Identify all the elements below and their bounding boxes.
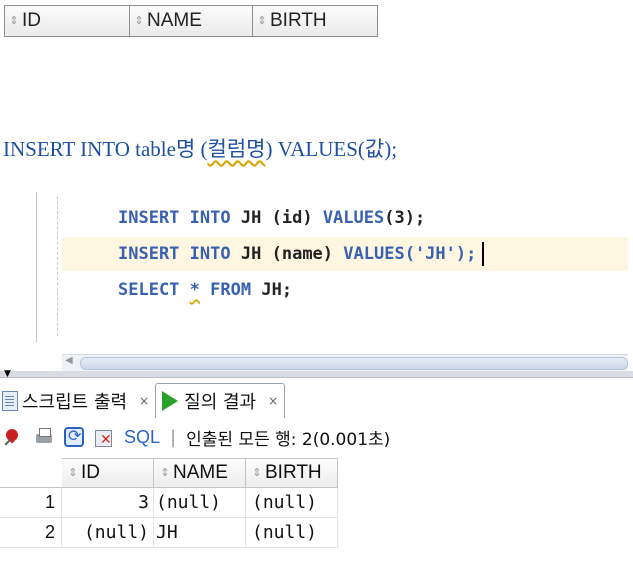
row-number: 1 [0, 488, 62, 518]
top-column-header: ⇕ ID ⇕ NAME ⇕ BIRTH [4, 5, 378, 37]
value: (3); [384, 208, 426, 228]
sort-icon: ⇕ [134, 15, 144, 27]
result-header-row: ⇕ ID ⇕ NAME ⇕ BIRTH [0, 458, 338, 488]
keyword: SELECT [118, 280, 180, 300]
print-icon[interactable] [34, 427, 54, 447]
clear-icon[interactable] [94, 427, 114, 448]
sql-editor[interactable]: INSERT INTO JH (id) VALUES(3); INSERT IN… [0, 192, 633, 352]
pin-icon[interactable] [4, 427, 24, 447]
result-toolbar: SQL | 인출된 모든 행: 2(0.001초) [0, 420, 633, 454]
column-label: ID [22, 10, 41, 31]
sql-button[interactable]: SQL [124, 427, 160, 448]
keyword: INTO [189, 208, 231, 228]
wildcard: * [189, 280, 200, 300]
keyword: VALUES [343, 244, 405, 264]
row-number: 2 [0, 518, 62, 548]
column-header-birth[interactable]: ⇕ BIRTH [252, 5, 378, 37]
sort-icon: ⇕ [252, 467, 262, 479]
syntax-part: ); [384, 137, 398, 161]
cell-name[interactable]: (null) [154, 488, 246, 518]
table-row[interactable]: 2 (null) JH (null) [0, 518, 338, 548]
identifier: JH [240, 244, 262, 264]
sort-icon: ⇕ [160, 467, 170, 479]
document-icon [2, 391, 18, 411]
identifier: JH [240, 208, 262, 228]
result-grid: ⇕ ID ⇕ NAME ⇕ BIRTH 1 3 (null) (null) 2 (nu… [0, 458, 338, 548]
horizontal-scrollbar[interactable]: ◀ [62, 354, 628, 371]
tab-label: 스크립트 출력 [22, 392, 128, 413]
scroll-left-icon[interactable]: ◀ [65, 355, 73, 366]
sort-icon: ⇕ [257, 15, 267, 27]
scrollbar-thumb[interactable] [80, 357, 628, 370]
syntax-underlined: 컬럼명 [207, 137, 266, 161]
keyword: INSERT [118, 244, 180, 264]
tab-label: 질의 결과 [184, 392, 257, 413]
code-line-current[interactable]: INSERT INTO JH (name) VALUES('JH'); [62, 237, 628, 271]
fold-guide [57, 196, 58, 336]
sort-icon: ⇕ [9, 15, 19, 27]
column-label: BIRTH [265, 462, 322, 483]
close-icon[interactable]: × [268, 394, 278, 408]
column-label: BIRTH [270, 10, 327, 31]
syntax-part: ) VALUES( [265, 137, 365, 161]
column-header-name[interactable]: ⇕ NAME [129, 5, 252, 37]
cell-birth[interactable]: (null) [246, 518, 338, 548]
syntax-part: 값 [364, 137, 385, 161]
row-number-header [0, 458, 62, 488]
cell-birth[interactable]: (null) [246, 488, 338, 518]
syntax-prefix: INSERT INTO table [3, 137, 176, 161]
panel-splitter[interactable]: ▼ [0, 369, 633, 379]
column-label: NAME [147, 10, 202, 31]
fetch-status: 인출된 모든 행: 2(0.001초) [186, 429, 391, 450]
insert-syntax-text: INSERT INTO table명 (컬럼명) VALUES(값); [3, 133, 397, 163]
text-caret [482, 242, 485, 266]
refresh-icon[interactable] [64, 426, 84, 447]
gutter-divider [36, 192, 37, 342]
keyword: INTO [189, 244, 231, 264]
cell-id[interactable]: (null) [62, 518, 154, 548]
cell-id[interactable]: 3 [62, 488, 154, 518]
table-row[interactable]: 1 3 (null) (null) [0, 488, 338, 518]
result-column-header-birth[interactable]: ⇕ BIRTH [246, 458, 338, 488]
run-icon [162, 391, 179, 411]
result-column-header-id[interactable]: ⇕ ID [62, 458, 154, 488]
column-label: NAME [173, 462, 228, 483]
toolbar-separator: | [170, 426, 177, 448]
identifier: JH; [261, 280, 293, 300]
tab-script-output[interactable]: 스크립트 출력 × [0, 384, 155, 418]
syntax-part: 명 ( [175, 137, 208, 161]
column-header-id[interactable]: ⇕ ID [4, 5, 129, 37]
keyword: INSERT [118, 208, 180, 228]
collapse-icon[interactable]: ▼ [4, 369, 11, 379]
identifier: (id) [271, 208, 313, 228]
cell-name[interactable]: JH [154, 518, 246, 548]
close-icon[interactable]: × [139, 394, 149, 408]
keyword: FROM [210, 280, 252, 300]
column-label: ID [81, 462, 100, 483]
code-line[interactable]: INSERT INTO JH (id) VALUES(3); [62, 201, 628, 235]
output-tabs: 스크립트 출력 × 질의 결과 × [0, 380, 286, 418]
code-line[interactable]: SELECT * FROM JH; [62, 273, 628, 307]
keyword: VALUES [322, 208, 385, 228]
tab-query-result[interactable]: 질의 결과 × [155, 383, 286, 418]
value: ('JH'); [404, 244, 477, 264]
identifier: (name) [271, 244, 334, 264]
result-column-header-name[interactable]: ⇕ NAME [154, 458, 246, 488]
sort-icon: ⇕ [68, 467, 78, 479]
